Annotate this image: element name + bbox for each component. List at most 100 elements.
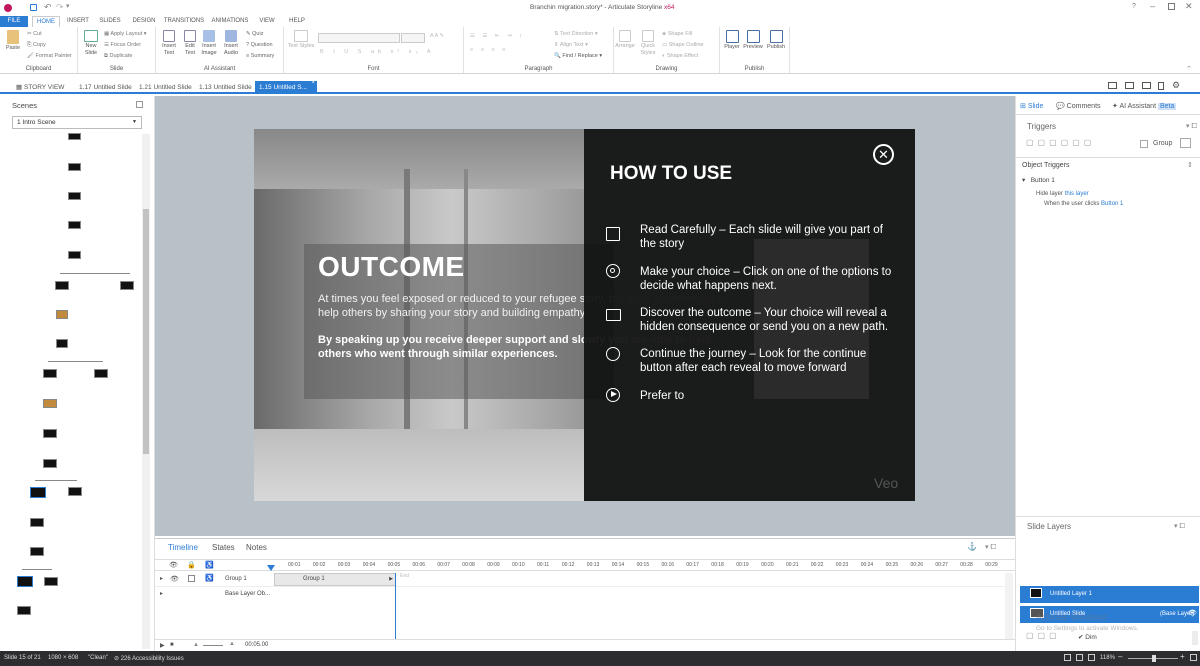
tab-slides[interactable]: SLIDES	[96, 16, 124, 27]
normal-view-status-icon[interactable]	[1064, 654, 1071, 661]
slide-thumbnail[interactable]	[43, 399, 57, 408]
trigger-condition[interactable]: When the user clicks Button 1	[1044, 201, 1123, 207]
font-grow-icon[interactable]: A A ✎	[430, 33, 444, 39]
find-replace-button[interactable]: 🔍 Find / Replace ▾	[554, 53, 602, 59]
comments-tab[interactable]: 💬 Comments	[1056, 102, 1101, 110]
time-ruler[interactable]: 00:01 00:02 00:03 00:04 00:05 00:06 00:07 00:08…	[288, 562, 1013, 570]
copy-button[interactable]: ⎘ Copy	[27, 42, 46, 49]
slide-view-icon[interactable]	[1125, 82, 1134, 89]
slide-thumbnail[interactable]	[43, 459, 57, 468]
preview-button[interactable]: Preview	[742, 30, 764, 51]
maximize-button[interactable]	[1168, 3, 1175, 10]
playhead-marker[interactable]	[267, 565, 275, 571]
undo-icon[interactable]: ↶	[44, 2, 52, 13]
slide-thumbnail[interactable]	[94, 369, 108, 378]
cut-button[interactable]: ✂ Cut	[27, 31, 42, 37]
doc-tab-1[interactable]: 1.17 Untitled Slide	[79, 81, 132, 94]
slide-thumbnail[interactable]	[56, 310, 68, 319]
redo-icon[interactable]: ↷	[56, 2, 64, 13]
play-button[interactable]: ▶	[160, 642, 165, 649]
slide-thumbnail-selected[interactable]	[30, 487, 46, 498]
format-painter-button[interactable]: 🖌 Format Painter	[27, 53, 72, 59]
zoom-out-button[interactable]: –	[1118, 652, 1122, 661]
scenes-scrollbar[interactable]	[142, 134, 150, 649]
quick-access-menu-icon[interactable]: ▾	[66, 2, 70, 10]
expand-arrow-icon[interactable]: ▸	[160, 590, 163, 597]
question-button[interactable]: ? Question	[246, 42, 273, 48]
summary-button[interactable]: ≡ Summary	[246, 53, 274, 59]
new-slide-button[interactable]: New Slide	[81, 30, 101, 56]
scene-select[interactable]: 1 Intro Scene ▼	[12, 116, 142, 129]
tab-animations[interactable]: ANIMATIONS	[209, 16, 251, 27]
normal-view-icon[interactable]	[1108, 82, 1117, 89]
focus-order-button[interactable]: ☰ Focus Order	[104, 42, 141, 48]
duplicate-button[interactable]: ⧉ Duplicate	[104, 53, 132, 60]
close-tab-icon[interactable]: ×	[311, 77, 315, 90]
layer-item[interactable]: Untitled Layer 1	[1020, 586, 1199, 603]
slide-thumbnail[interactable]	[68, 487, 82, 496]
trigger-action[interactable]: Hide layer this layer	[1036, 191, 1089, 197]
insert-audio-button[interactable]: Insert Audio	[219, 30, 243, 56]
slide-thumbnail[interactable]	[43, 369, 57, 378]
timeline-scrollbar[interactable]	[1005, 573, 1013, 639]
shape-outline-button[interactable]: ▭ Shape Outline	[662, 42, 704, 48]
timeline-row[interactable]: ▸ 👁 ♿ Group 1 Group 1 ▶ End	[155, 573, 1005, 587]
slide-thumbnail[interactable]	[68, 163, 81, 171]
row-name[interactable]: Base Layer Ob...	[225, 591, 270, 597]
triggers-collapse-icon[interactable]: ▾ ⧠	[1186, 122, 1197, 131]
trigger-toolbar[interactable]: ▢▢▢▢▢▢	[1026, 138, 1095, 147]
timeline-bar[interactable]: Group 1 ▶	[274, 573, 396, 586]
timeline-row[interactable]: ▸ Base Layer Ob...	[155, 588, 1005, 602]
trigger-object[interactable]: ▾ Button 1	[1022, 176, 1055, 184]
layer-name[interactable]: Untitled Layer 1	[1050, 591, 1092, 597]
fit-to-window-icon[interactable]	[1190, 654, 1197, 661]
object-triggers-icon[interactable]: ⇕	[1187, 161, 1193, 169]
tab-home[interactable]: HOME	[32, 16, 60, 27]
tab-help[interactable]: HELP	[286, 16, 308, 27]
notes-tab[interactable]: Notes	[246, 543, 267, 552]
slide-thumbnail[interactable]	[68, 192, 81, 200]
help-icon[interactable]: ?	[1132, 3, 1136, 10]
timeline-zoom-slider[interactable]: ▲ ▲	[193, 641, 239, 649]
tab-file[interactable]: FILE	[0, 16, 28, 27]
slide-thumbnail-selected[interactable]	[17, 576, 33, 587]
layers-scrollbar[interactable]	[1192, 631, 1198, 645]
text-styles-button[interactable]: Text Styles	[286, 30, 316, 50]
tab-view[interactable]: VIEW	[256, 16, 278, 27]
trigger-filter-icon[interactable]	[1180, 138, 1191, 148]
accessibility-issues[interactable]: ⊘ 226 Accessibility Issues	[114, 655, 184, 662]
slide-thumbnail[interactable]	[30, 547, 44, 556]
zoom-in-button[interactable]: +	[1180, 652, 1185, 661]
font-format-buttons[interactable]: B I U S ab x² x₂ A	[320, 49, 434, 55]
text-direction-button[interactable]: ⇅ Text Direction ▾	[554, 31, 598, 37]
publish-button[interactable]: Publish	[765, 30, 787, 51]
slide-thumbnail[interactable]	[56, 339, 68, 348]
dim-checkbox[interactable]: ✔ Dim	[1078, 633, 1097, 641]
stop-button[interactable]: ■	[170, 642, 174, 648]
font-family-select[interactable]	[318, 33, 400, 43]
slide-thumbnail[interactable]	[68, 133, 81, 140]
row-name[interactable]: Group 1	[225, 576, 247, 582]
quick-styles-button[interactable]: Quick Styles	[636, 30, 660, 56]
slide-thumbnail[interactable]	[30, 518, 44, 527]
story-view-tab[interactable]: ▦ STORY VIEW	[16, 81, 64, 94]
list-buttons[interactable]: ☰ ☰ ⇤ ⇥ ↕	[470, 33, 525, 39]
shape-fill-button[interactable]: ◈ Shape Fill	[662, 31, 692, 37]
reading-view-status-icon[interactable]	[1076, 654, 1083, 661]
zoom-slider-thumb[interactable]	[1152, 655, 1156, 662]
doc-tab-2[interactable]: 1.21 Untitled Slide	[139, 81, 192, 94]
slideshow-status-icon[interactable]	[1088, 654, 1095, 661]
shape-effect-button[interactable]: ◐ Shape Effect	[662, 53, 698, 59]
story-view-icon[interactable]	[1142, 82, 1151, 89]
align-text-button[interactable]: ⇕ Align Text ▾	[554, 42, 588, 48]
slide-thumbnail[interactable]	[17, 606, 31, 615]
quiz-button[interactable]: ✎ Quiz	[246, 31, 263, 37]
timeline-options-icon[interactable]: ⚓	[967, 542, 977, 551]
arrange-button[interactable]: Arrange	[614, 30, 636, 50]
doc-tab-3[interactable]: 1.13 Untitled Slide	[199, 81, 252, 94]
slide-thumbnail[interactable]	[44, 577, 58, 586]
slide-thumbnail[interactable]	[68, 221, 81, 229]
slide-thumbnail[interactable]	[68, 251, 81, 259]
settings-gear-icon[interactable]: ⚙	[1172, 80, 1180, 91]
expand-arrow-icon[interactable]: ▸	[160, 575, 163, 582]
